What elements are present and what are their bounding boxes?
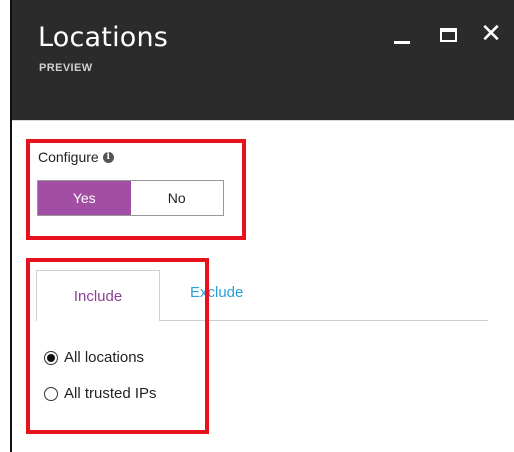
info-icon[interactable]: i bbox=[102, 151, 114, 163]
configure-toggle: Yes No bbox=[37, 180, 224, 216]
tab-include[interactable]: Include bbox=[36, 270, 160, 321]
configure-label-text: Configure bbox=[38, 149, 99, 165]
configure-yes-button[interactable]: Yes bbox=[38, 181, 131, 215]
maximize-icon bbox=[439, 28, 457, 42]
radio-button-unchecked[interactable] bbox=[44, 386, 58, 401]
minimize-button[interactable] bbox=[385, 18, 419, 52]
blade-title: Locations bbox=[38, 22, 169, 53]
minimize-icon bbox=[394, 40, 410, 44]
radio-button-checked[interactable] bbox=[44, 350, 58, 365]
blade-subtitle: PREVIEW bbox=[39, 62, 93, 74]
configure-no-button[interactable]: No bbox=[130, 181, 223, 215]
radio-label: All trusted IPs bbox=[64, 385, 157, 402]
close-icon: ✕ bbox=[480, 18, 502, 49]
maximize-button[interactable] bbox=[431, 18, 465, 52]
radio-dot bbox=[47, 353, 55, 362]
close-button[interactable]: ✕ bbox=[474, 18, 508, 52]
blade-header: Locations PREVIEW ✕ bbox=[12, 0, 514, 121]
configure-label: Configure i bbox=[38, 149, 114, 165]
radio-all-trusted-ips[interactable]: All trusted IPs bbox=[44, 385, 157, 402]
radio-all-locations[interactable]: All locations bbox=[44, 349, 144, 366]
radio-label: All locations bbox=[64, 349, 145, 366]
tab-divider bbox=[160, 320, 488, 321]
tab-exclude[interactable]: Exclude bbox=[190, 284, 243, 301]
